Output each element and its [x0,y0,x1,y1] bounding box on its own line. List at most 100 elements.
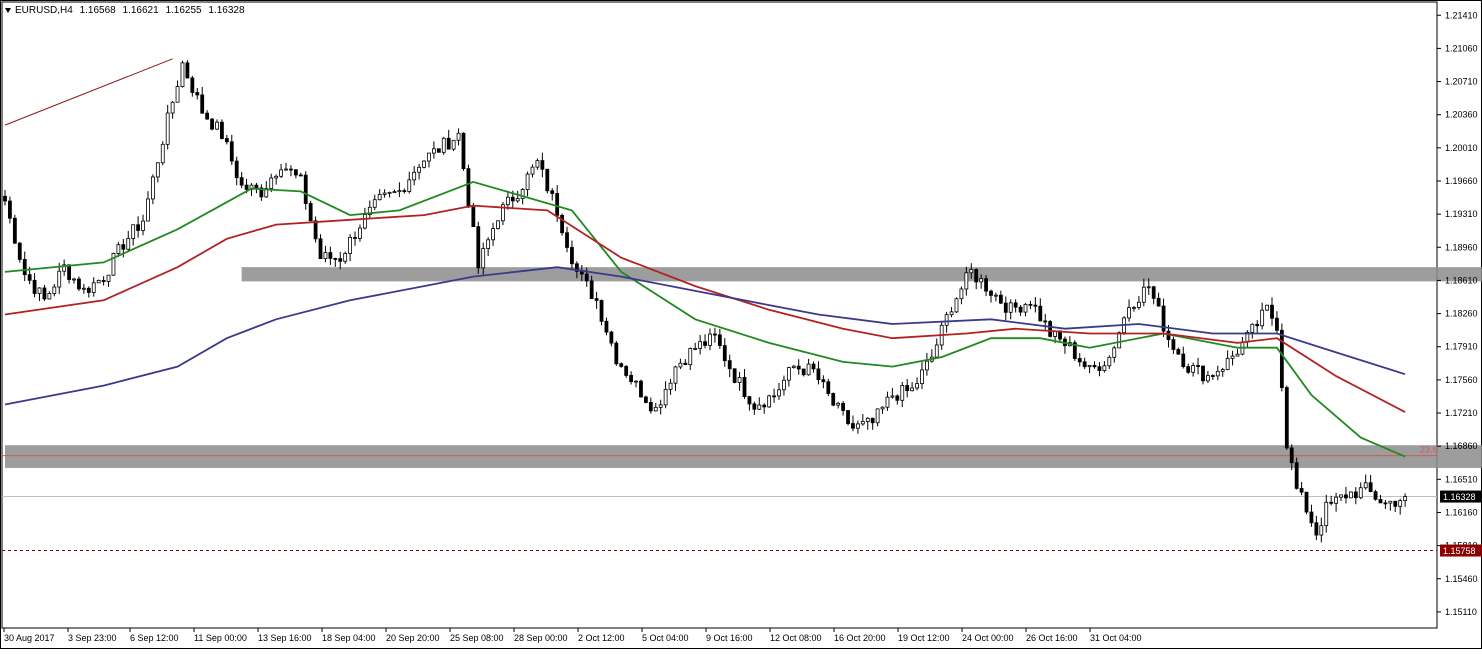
candle-body[interactable] [989,290,993,296]
candle-body[interactable] [934,344,939,358]
candle-body[interactable] [392,191,397,194]
candle-body[interactable] [150,176,155,200]
candle-body[interactable] [279,169,283,177]
candle-body[interactable] [890,395,895,398]
candle-body[interactable] [658,404,663,408]
candle-body[interactable] [609,331,614,344]
candle-body[interactable] [673,366,678,384]
candle-body[interactable] [944,314,949,326]
candle-body[interactable] [1279,329,1284,388]
candle-body[interactable] [200,94,205,114]
candle-body[interactable] [1127,307,1131,319]
candle-body[interactable] [141,220,145,231]
candle-body[interactable] [333,258,338,260]
candle-body[interactable] [777,389,781,397]
candle-body[interactable] [535,160,540,168]
candle-body[interactable] [1146,286,1151,289]
candle-body[interactable] [1132,307,1136,309]
candle-body[interactable] [846,410,850,424]
candle-body[interactable] [185,62,190,79]
candle-body[interactable] [1324,501,1329,527]
candle-body[interactable] [427,152,431,162]
candle-body[interactable] [353,237,357,239]
candle-body[interactable] [1358,487,1363,499]
candle-body[interactable] [634,380,638,383]
dropdown-triangle-icon[interactable] [5,8,11,13]
candle-body[interactable] [1270,304,1274,319]
candle-body[interactable] [860,421,865,425]
candle-body[interactable] [717,334,722,346]
candle-body[interactable] [1299,487,1304,493]
candle-body[interactable] [96,279,101,284]
candle-body[interactable] [589,280,594,299]
candle-body[interactable] [959,288,964,300]
candle-body[interactable] [786,367,791,381]
candle-body[interactable] [466,168,471,208]
candle-body[interactable] [510,196,515,202]
candle-body[interactable] [1141,286,1146,303]
candle-body[interactable] [1018,306,1023,313]
candle-body[interactable] [1275,317,1279,331]
candle-body[interactable] [229,141,234,162]
candle-body[interactable] [1013,302,1018,308]
candle-body[interactable] [683,362,688,365]
candle-body[interactable] [570,247,574,265]
candle-body[interactable] [742,377,747,398]
candle-body[interactable] [678,362,683,368]
candle-body[interactable] [1201,365,1205,382]
candle-body[interactable] [550,190,555,194]
candle-body[interactable] [801,368,806,376]
candle-body[interactable] [594,298,599,301]
candle-body[interactable] [994,294,998,297]
candle-body[interactable] [303,174,308,204]
candle-body[interactable] [451,139,456,150]
candle-body[interactable] [1048,321,1053,337]
candle-body[interactable] [1087,364,1092,368]
candle-body[interactable] [732,368,737,383]
candle-body[interactable] [693,348,698,350]
candle-body[interactable] [565,232,569,248]
candle-body[interactable] [1329,501,1334,504]
candle-body[interactable] [584,273,589,282]
candle-body[interactable] [1304,491,1309,513]
candle-body[interactable] [1151,286,1156,299]
candle-body[interactable] [215,121,219,130]
candle-body[interactable] [949,311,954,316]
candle-body[interactable] [974,269,979,283]
candle-body[interactable] [436,148,441,153]
candle-body[interactable] [885,396,890,408]
candle-body[interactable] [461,132,466,170]
candle-body[interactable] [136,224,141,231]
candle-body[interactable] [293,169,298,176]
price-chart[interactable]: 23.6 1.21410 1.21060 1.20710 1.20360 1.20010 1… [0,0,1482,649]
candle-body[interactable] [540,160,545,170]
candle-body[interactable] [1107,356,1112,367]
candle-body[interactable] [1334,496,1338,504]
candle-body[interactable] [1137,301,1141,308]
candle-body[interactable] [1156,297,1161,307]
candle-body[interactable] [377,194,382,201]
candle-body[interactable] [1294,462,1299,489]
candle-body[interactable] [1220,369,1225,372]
candle-body[interactable] [195,92,200,96]
candle-body[interactable] [1403,496,1408,502]
candle-body[interactable] [1028,303,1033,306]
candle-body[interactable] [81,287,86,290]
candle-body[interactable] [17,242,22,260]
candle-body[interactable] [131,224,136,239]
candle-body[interactable] [441,137,446,153]
candle-body[interactable] [155,162,160,178]
candle-body[interactable] [1186,366,1191,373]
candle-body[interactable] [1383,502,1388,505]
candle-body[interactable] [1393,500,1398,507]
candle-body[interactable] [560,214,564,234]
candle-body[interactable] [851,423,855,429]
candle-body[interactable] [1265,304,1269,311]
candle-body[interactable] [72,278,76,281]
candle-body[interactable] [57,270,62,288]
candle-body[interactable] [713,333,717,336]
candle-body[interactable] [895,395,900,401]
candle-body[interactable] [338,258,343,262]
candle-body[interactable] [708,333,712,346]
candle-body[interactable] [397,190,402,193]
